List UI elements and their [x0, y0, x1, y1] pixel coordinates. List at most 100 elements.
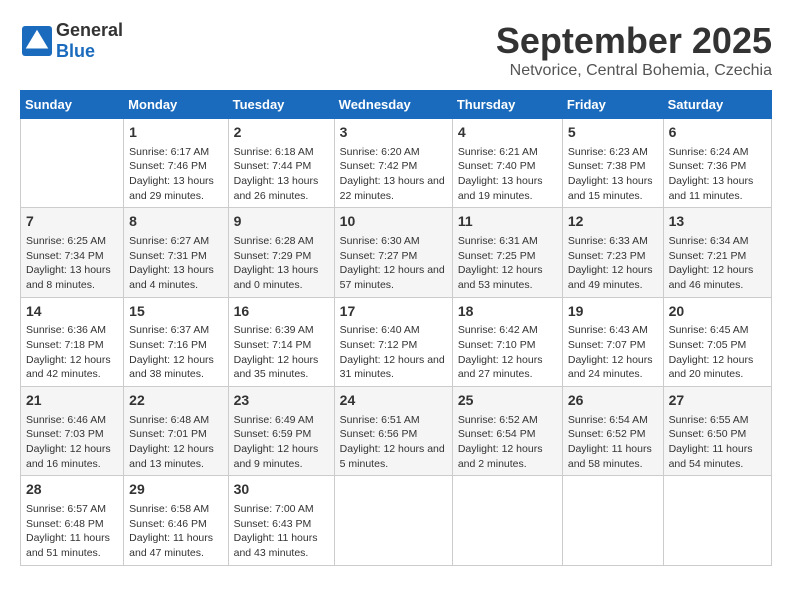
day-number: 20: [669, 302, 766, 322]
calendar-cell: 4Sunrise: 6:21 AMSunset: 7:40 PMDaylight…: [452, 119, 562, 208]
daylight-text: Daylight: 12 hours and 13 minutes.: [129, 442, 222, 471]
calendar-cell: 9Sunrise: 6:28 AMSunset: 7:29 PMDaylight…: [228, 208, 334, 297]
calendar-cell: 19Sunrise: 6:43 AMSunset: 7:07 PMDayligh…: [562, 297, 663, 386]
sunset-text: Sunset: 7:46 PM: [129, 159, 222, 174]
sunrise-text: Sunrise: 6:48 AM: [129, 413, 222, 428]
sunrise-text: Sunrise: 6:18 AM: [234, 145, 329, 160]
day-number: 14: [26, 302, 118, 322]
sunrise-text: Sunrise: 6:31 AM: [458, 234, 557, 249]
sunrise-text: Sunrise: 6:30 AM: [340, 234, 447, 249]
calendar-cell: 16Sunrise: 6:39 AMSunset: 7:14 PMDayligh…: [228, 297, 334, 386]
daylight-text: Daylight: 12 hours and 9 minutes.: [234, 442, 329, 471]
calendar-cell: 17Sunrise: 6:40 AMSunset: 7:12 PMDayligh…: [334, 297, 452, 386]
calendar-cell: [663, 476, 771, 565]
day-number: 4: [458, 123, 557, 143]
daylight-text: Daylight: 13 hours and 15 minutes.: [568, 174, 658, 203]
sunset-text: Sunset: 7:10 PM: [458, 338, 557, 353]
sunset-text: Sunset: 7:23 PM: [568, 249, 658, 264]
day-number: 2: [234, 123, 329, 143]
calendar-cell: 14Sunrise: 6:36 AMSunset: 7:18 PMDayligh…: [21, 297, 124, 386]
day-number: 30: [234, 480, 329, 500]
day-number: 21: [26, 391, 118, 411]
logo-blue-text: Blue: [56, 41, 95, 61]
sunrise-text: Sunrise: 6:43 AM: [568, 323, 658, 338]
sunset-text: Sunset: 7:34 PM: [26, 249, 118, 264]
daylight-text: Daylight: 12 hours and 31 minutes.: [340, 353, 447, 382]
day-number: 12: [568, 212, 658, 232]
calendar-cell: 15Sunrise: 6:37 AMSunset: 7:16 PMDayligh…: [124, 297, 228, 386]
calendar-cell: 7Sunrise: 6:25 AMSunset: 7:34 PMDaylight…: [21, 208, 124, 297]
sunset-text: Sunset: 7:18 PM: [26, 338, 118, 353]
day-number: 25: [458, 391, 557, 411]
calendar-cell: 2Sunrise: 6:18 AMSunset: 7:44 PMDaylight…: [228, 119, 334, 208]
sunrise-text: Sunrise: 6:28 AM: [234, 234, 329, 249]
day-number: 28: [26, 480, 118, 500]
sunset-text: Sunset: 7:40 PM: [458, 159, 557, 174]
sunrise-text: Sunrise: 6:45 AM: [669, 323, 766, 338]
calendar-week-row: 7Sunrise: 6:25 AMSunset: 7:34 PMDaylight…: [21, 208, 772, 297]
calendar-week-row: 21Sunrise: 6:46 AMSunset: 7:03 PMDayligh…: [21, 387, 772, 476]
daylight-text: Daylight: 11 hours and 47 minutes.: [129, 531, 222, 560]
sunrise-text: Sunrise: 6:52 AM: [458, 413, 557, 428]
day-number: 26: [568, 391, 658, 411]
calendar-cell: [21, 119, 124, 208]
calendar-cell: 12 Sunrise: 6:33 AMSunset: 7:23 PMDayligh…: [562, 208, 663, 297]
daylight-text: Daylight: 12 hours and 16 minutes.: [26, 442, 118, 471]
day-number: 22: [129, 391, 222, 411]
day-number: 24: [340, 391, 447, 411]
sunset-text: Sunset: 6:43 PM: [234, 517, 329, 532]
sunrise-text: Sunrise: 6:39 AM: [234, 323, 329, 338]
sunset-text: Sunset: 7:16 PM: [129, 338, 222, 353]
sunrise-text: Sunrise: 6:33 AM: [568, 234, 658, 249]
calendar-cell: [334, 476, 452, 565]
daylight-text: Daylight: 12 hours and 35 minutes.: [234, 353, 329, 382]
daylight-text: Daylight: 13 hours and 8 minutes.: [26, 263, 118, 292]
calendar-cell: 10Sunrise: 6:30 AMSunset: 7:27 PMDayligh…: [334, 208, 452, 297]
sunset-text: Sunset: 7:05 PM: [669, 338, 766, 353]
sunset-text: Sunset: 7:01 PM: [129, 427, 222, 442]
daylight-text: Daylight: 12 hours and 2 minutes.: [458, 442, 557, 471]
daylight-text: Daylight: 12 hours and 27 minutes.: [458, 353, 557, 382]
daylight-text: Daylight: 11 hours and 58 minutes.: [568, 442, 658, 471]
day-number: 3: [340, 123, 447, 143]
day-number: 23: [234, 391, 329, 411]
daylight-text: Daylight: 13 hours and 29 minutes.: [129, 174, 222, 203]
sunset-text: Sunset: 7:14 PM: [234, 338, 329, 353]
sunset-text: Sunset: 6:59 PM: [234, 427, 329, 442]
sunset-text: Sunset: 7:31 PM: [129, 249, 222, 264]
sunrise-text: Sunrise: 6:40 AM: [340, 323, 447, 338]
header-day: Monday: [124, 91, 228, 119]
calendar-cell: 18Sunrise: 6:42 AMSunset: 7:10 PMDayligh…: [452, 297, 562, 386]
daylight-text: Daylight: 12 hours and 49 minutes.: [568, 263, 658, 292]
title-area: September 2025 Netvorice, Central Bohemi…: [496, 20, 772, 80]
daylight-text: Daylight: 11 hours and 54 minutes.: [669, 442, 766, 471]
daylight-text: Daylight: 13 hours and 19 minutes.: [458, 174, 557, 203]
logo: General Blue: [20, 20, 123, 62]
sunrise-text: Sunrise: 6:51 AM: [340, 413, 447, 428]
daylight-text: Daylight: 12 hours and 38 minutes.: [129, 353, 222, 382]
sunset-text: Sunset: 7:12 PM: [340, 338, 447, 353]
daylight-text: Daylight: 11 hours and 43 minutes.: [234, 531, 329, 560]
calendar-cell: 8Sunrise: 6:27 AMSunset: 7:31 PMDaylight…: [124, 208, 228, 297]
daylight-text: Daylight: 12 hours and 42 minutes.: [26, 353, 118, 382]
day-number: 18: [458, 302, 557, 322]
header-day: Wednesday: [334, 91, 452, 119]
daylight-text: Daylight: 12 hours and 46 minutes.: [669, 263, 766, 292]
header: General Blue September 2025 Netvorice, C…: [20, 20, 772, 80]
calendar-cell: 6Sunrise: 6:24 AMSunset: 7:36 PMDaylight…: [663, 119, 771, 208]
day-number: 29: [129, 480, 222, 500]
day-number: 10: [340, 212, 447, 232]
calendar-week-row: 28Sunrise: 6:57 AMSunset: 6:48 PMDayligh…: [21, 476, 772, 565]
daylight-text: Daylight: 13 hours and 0 minutes.: [234, 263, 329, 292]
sunset-text: Sunset: 6:56 PM: [340, 427, 447, 442]
calendar-cell: 1Sunrise: 6:17 AMSunset: 7:46 PMDaylight…: [124, 119, 228, 208]
header-day: Saturday: [663, 91, 771, 119]
sunset-text: Sunset: 7:36 PM: [669, 159, 766, 174]
calendar-week-row: 1Sunrise: 6:17 AMSunset: 7:46 PMDaylight…: [21, 119, 772, 208]
calendar-cell: 21Sunrise: 6:46 AMSunset: 7:03 PMDayligh…: [21, 387, 124, 476]
location-title: Netvorice, Central Bohemia, Czechia: [496, 62, 772, 80]
sunrise-text: Sunrise: 6:46 AM: [26, 413, 118, 428]
calendar-cell: 30Sunrise: 7:00 AMSunset: 6:43 PMDayligh…: [228, 476, 334, 565]
calendar-cell: 3Sunrise: 6:20 AMSunset: 7:42 PMDaylight…: [334, 119, 452, 208]
sunrise-text: Sunrise: 6:27 AM: [129, 234, 222, 249]
